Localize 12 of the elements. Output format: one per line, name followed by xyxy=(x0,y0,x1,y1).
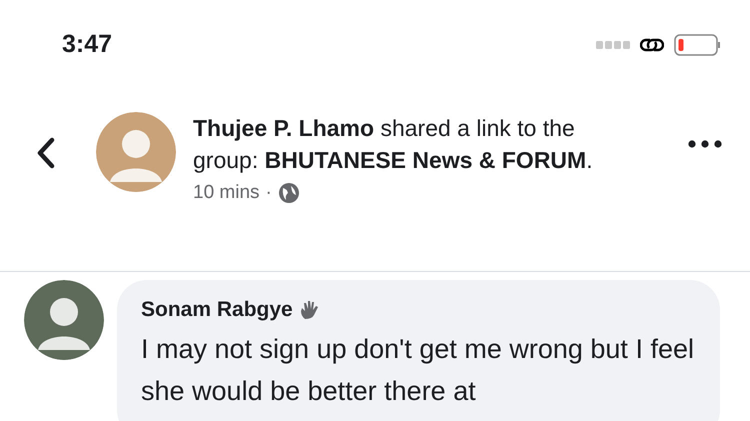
post-time: 10 mins xyxy=(193,181,260,205)
post-headline: Thujee P. Lhamo shared a link to the group: BHUTANESE News & FORUM. xyxy=(193,114,594,175)
wave-hand-icon xyxy=(298,298,321,321)
avatar-icon[interactable] xyxy=(24,280,104,360)
status-time: 3:47 xyxy=(62,29,112,60)
comment-author[interactable]: Sonam Rabgye xyxy=(141,294,293,326)
more-icon[interactable] xyxy=(688,140,722,148)
globe-icon xyxy=(278,182,300,204)
signal-icon xyxy=(596,41,630,49)
comment-text: I may not sign up don't get me wrong but I feel she would be better there at xyxy=(141,332,695,408)
battery-icon xyxy=(674,34,722,56)
separator-dot: · xyxy=(266,181,272,205)
